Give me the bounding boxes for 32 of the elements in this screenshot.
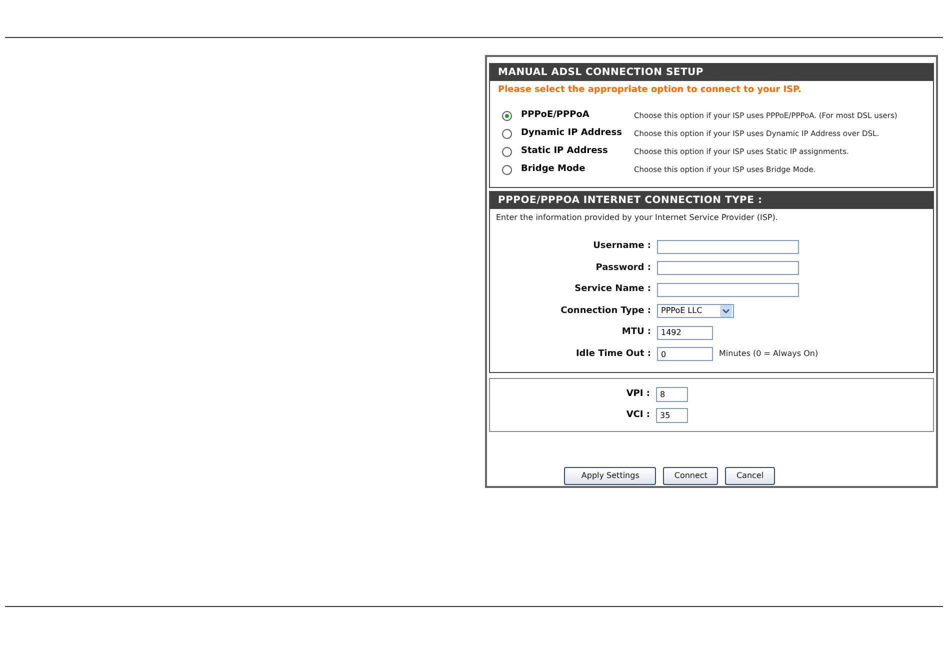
text-field[interactable] [657, 282, 799, 297]
option-label: PPPoE/PPPoA [520, 108, 590, 122]
field-label: Connection Type : [560, 304, 652, 318]
action-button[interactable]: Cancel [725, 467, 775, 485]
field-label: Service Name : [574, 283, 652, 296]
field-label: Password : [594, 262, 652, 274]
option-label: Dynamic IP Address [520, 126, 623, 140]
option-label: Static IP Address [520, 144, 609, 158]
action-button[interactable]: Apply Settings [564, 467, 656, 485]
section-header: MANUAL ADSL CONNECTION SETUP [490, 64, 933, 81]
text-field[interactable]: 35 [656, 408, 688, 423]
prompt-text: Please select the appropriate option to connect to your ISP. [497, 84, 802, 97]
text-field[interactable] [657, 240, 799, 254]
text-field[interactable]: 0 [657, 347, 713, 362]
text-field[interactable] [657, 261, 799, 276]
radio-button[interactable] [502, 146, 512, 156]
radio-button[interactable] [502, 128, 512, 138]
radio-button[interactable] [502, 164, 512, 174]
field-hint: Minutes (0 = Always On) [719, 348, 818, 360]
text-field[interactable]: 1492 [657, 326, 713, 340]
field-label: VPI : [625, 388, 651, 401]
option-label: Bridge Mode [520, 162, 586, 176]
field-label: MTU : [620, 326, 652, 339]
field-label: Username : [592, 240, 652, 253]
section-header: PPPOE/PPPOA INTERNET CONNECTION TYPE : [490, 192, 933, 209]
text-field[interactable]: 8 [656, 387, 688, 402]
intro-text: Enter the information provided by your Internet Service Provider (ISP). [495, 212, 779, 224]
connection-type-select[interactable]: PPPoE LLC [657, 304, 734, 318]
field-label: VCI : [625, 408, 651, 422]
action-button[interactable]: Connect [663, 467, 718, 485]
radio-button[interactable] [502, 110, 512, 120]
field-label: Idle Time Out : [574, 348, 652, 360]
